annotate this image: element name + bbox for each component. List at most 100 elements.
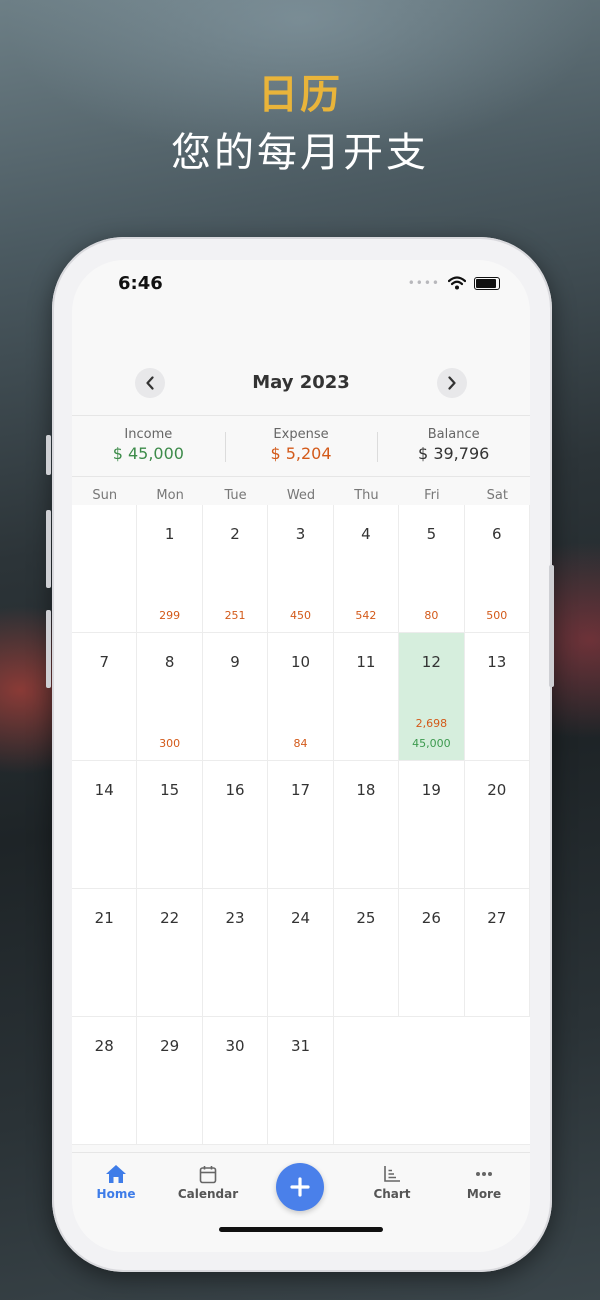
day-number: 23	[225, 909, 245, 927]
volume-down-button	[46, 610, 51, 688]
day-expense-amount: 542	[355, 609, 377, 622]
day-expense-amount: 2,698	[415, 717, 448, 730]
tab-more[interactable]: More	[444, 1163, 524, 1201]
status-icons: ••••	[408, 276, 500, 290]
calendar-empty-cell	[464, 1017, 530, 1145]
day-expense-amount: 450	[289, 609, 311, 622]
calendar-day-cell[interactable]: 4 542	[333, 505, 400, 633]
day-number: 13	[487, 653, 507, 671]
more-icon	[476, 1172, 492, 1176]
calendar-day-cell[interactable]: 12 2,698 45,000	[399, 633, 465, 761]
day-number: 10	[290, 653, 311, 671]
day-expense-amount: 300	[159, 737, 181, 750]
calendar-day-cell[interactable]: 23	[202, 889, 269, 1017]
day-number: 1	[164, 525, 175, 543]
day-number: 22	[160, 909, 180, 927]
calendar-day-cell[interactable]: 28	[72, 1017, 138, 1145]
calendar-day-cell[interactable]: 21	[72, 889, 138, 1017]
weekday-label: Fri	[424, 488, 440, 503]
balance-value: $ 39,796	[418, 444, 490, 463]
day-number: 3	[295, 525, 306, 543]
day-expense-amount: 299	[159, 609, 181, 622]
tab-chart-label: Chart	[373, 1187, 411, 1201]
weekday-header: Sun Mon Tue Wed Thu Fri Sat	[72, 488, 530, 503]
day-number: 18	[356, 781, 376, 799]
power-button	[549, 565, 554, 687]
calendar-day-cell[interactable]: 3 450	[268, 505, 334, 633]
day-number: 17	[290, 781, 311, 799]
balance-summary: Balance $ 39,796	[377, 416, 530, 476]
calendar-icon	[199, 1165, 217, 1183]
calendar-day-cell[interactable]: 29	[137, 1017, 203, 1145]
day-number: 4	[361, 525, 371, 543]
calendar-day-cell[interactable]: 31	[268, 1017, 334, 1145]
tab-calendar[interactable]: Calendar	[168, 1163, 248, 1201]
next-month-button[interactable]	[437, 368, 467, 398]
calendar-day-cell[interactable]: 7	[72, 633, 138, 761]
expense-value: $ 5,204	[270, 444, 332, 463]
day-number: 6	[492, 525, 502, 543]
battery-icon	[474, 276, 500, 290]
day-number: 5	[426, 525, 437, 543]
add-transaction-button[interactable]	[276, 1163, 324, 1211]
calendar-day-cell[interactable]: 11	[333, 633, 400, 761]
calendar-day-cell[interactable]: 2 251	[202, 505, 269, 633]
chevron-right-icon	[448, 376, 456, 390]
tab-chart[interactable]: Chart	[352, 1163, 432, 1201]
day-number: 14	[94, 781, 114, 799]
mute-switch	[46, 435, 51, 475]
calendar-day-cell[interactable]: 20	[464, 761, 530, 889]
calendar-day-cell[interactable]: 15	[137, 761, 203, 889]
day-number: 27	[487, 909, 507, 927]
day-number: 25	[356, 909, 376, 927]
home-indicator	[219, 1227, 383, 1232]
signal-icon: ••••	[407, 276, 440, 290]
calendar-day-cell[interactable]: 26	[399, 889, 465, 1017]
day-number: 9	[230, 653, 240, 671]
weekday-label: Sat	[486, 488, 508, 503]
wifi-icon	[448, 276, 466, 290]
calendar-day-cell[interactable]: 9	[202, 633, 269, 761]
expense-label: Expense	[273, 427, 329, 442]
day-number: 31	[290, 1037, 311, 1055]
tab-more-label: More	[466, 1187, 502, 1201]
day-number: 7	[99, 653, 109, 671]
tab-calendar-label: Calendar	[177, 1187, 239, 1201]
day-number: 29	[160, 1037, 180, 1055]
tab-home-label: Home	[96, 1187, 136, 1201]
calendar-empty-cell	[333, 1017, 400, 1145]
day-number: 24	[290, 909, 311, 927]
income-summary: Income $ 45,000	[72, 416, 225, 476]
home-icon	[106, 1165, 126, 1183]
weekday-label: Tue	[224, 488, 247, 503]
day-number: 2	[230, 525, 240, 543]
calendar-empty-cell	[72, 505, 138, 633]
calendar-day-cell[interactable]: 5 80	[399, 505, 465, 633]
calendar-day-cell[interactable]: 24	[268, 889, 334, 1017]
day-number: 8	[164, 653, 175, 671]
calendar-day-cell[interactable]: 17	[268, 761, 334, 889]
plus-icon	[290, 1177, 310, 1197]
day-number: 20	[487, 781, 507, 799]
calendar-day-cell[interactable]: 22	[137, 889, 203, 1017]
calendar-grid: 1 299 2 251 3 450 4 542 5 80 6 500 7 8 300 9 10 84 11 12 2,6…	[72, 505, 530, 1145]
balance-label: Balance	[427, 427, 480, 442]
weekday-label: Mon	[156, 488, 184, 503]
calendar-day-cell[interactable]: 18	[333, 761, 400, 889]
calendar-day-cell[interactable]: 8 300	[137, 633, 203, 761]
day-number: 21	[94, 909, 114, 927]
calendar-day-cell[interactable]: 1 299	[137, 505, 203, 633]
calendar-day-cell[interactable]: 27	[464, 889, 530, 1017]
calendar-day-cell[interactable]: 30	[202, 1017, 269, 1145]
calendar-day-cell[interactable]: 6 500	[464, 505, 530, 633]
calendar-day-cell[interactable]: 13	[464, 633, 530, 761]
calendar-day-cell[interactable]: 25	[333, 889, 400, 1017]
calendar-day-cell[interactable]: 19	[399, 761, 465, 889]
promo-subtitle: 您的每月开支	[171, 130, 429, 176]
tab-home[interactable]: Home	[76, 1163, 156, 1201]
calendar-day-cell[interactable]: 16	[202, 761, 269, 889]
chart-icon	[384, 1166, 400, 1182]
status-bar: 6:46 ••••	[72, 260, 530, 310]
calendar-day-cell[interactable]: 10 84	[268, 633, 334, 761]
calendar-day-cell[interactable]: 14	[72, 761, 138, 889]
